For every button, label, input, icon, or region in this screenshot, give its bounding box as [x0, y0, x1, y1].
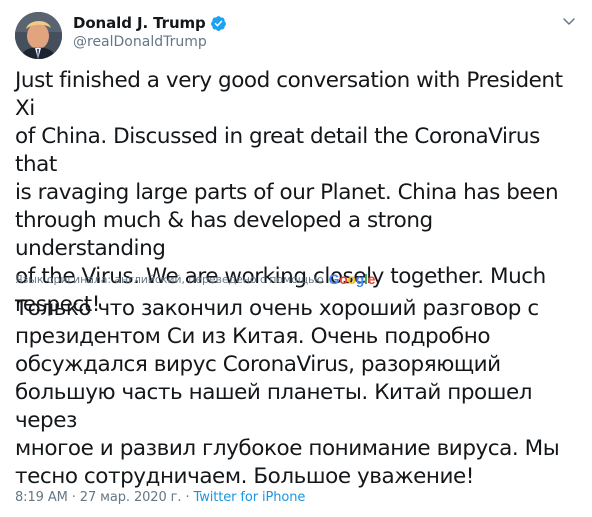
author-block: Donald J. Trump @realDonaldTrump — [73, 13, 227, 50]
meta-separator: · — [185, 489, 190, 505]
tweet-source-link[interactable]: Twitter for iPhone — [194, 490, 306, 505]
translation-notice: Язык оригинала: английский, переведено с… — [15, 270, 375, 288]
tweet-meta: 8:19 AM · 27 мар. 2020 г. · Twitter for … — [15, 488, 305, 506]
handle[interactable]: @realDonaldTrump — [73, 34, 227, 50]
translated-text: Только что закончил очень хороший разгов… — [15, 296, 560, 489]
google-logo[interactable]: Google — [329, 271, 376, 287]
tweet-card: Donald J. Trump @realDonaldTrump Just fi… — [0, 0, 592, 517]
avatar-image — [15, 12, 62, 59]
translation-notice-text: Язык оригинала: английский, переведено с… — [15, 272, 324, 286]
meta-separator: · — [71, 489, 76, 505]
chevron-down-icon[interactable] — [560, 12, 578, 30]
verified-badge-icon — [210, 15, 227, 32]
tweet-time[interactable]: 8:19 AM — [15, 490, 68, 505]
name-row: Donald J. Trump — [73, 13, 227, 33]
tweet-date[interactable]: 27 мар. 2020 г. — [80, 490, 182, 505]
display-name[interactable]: Donald J. Trump — [73, 14, 206, 32]
avatar[interactable] — [15, 12, 62, 59]
